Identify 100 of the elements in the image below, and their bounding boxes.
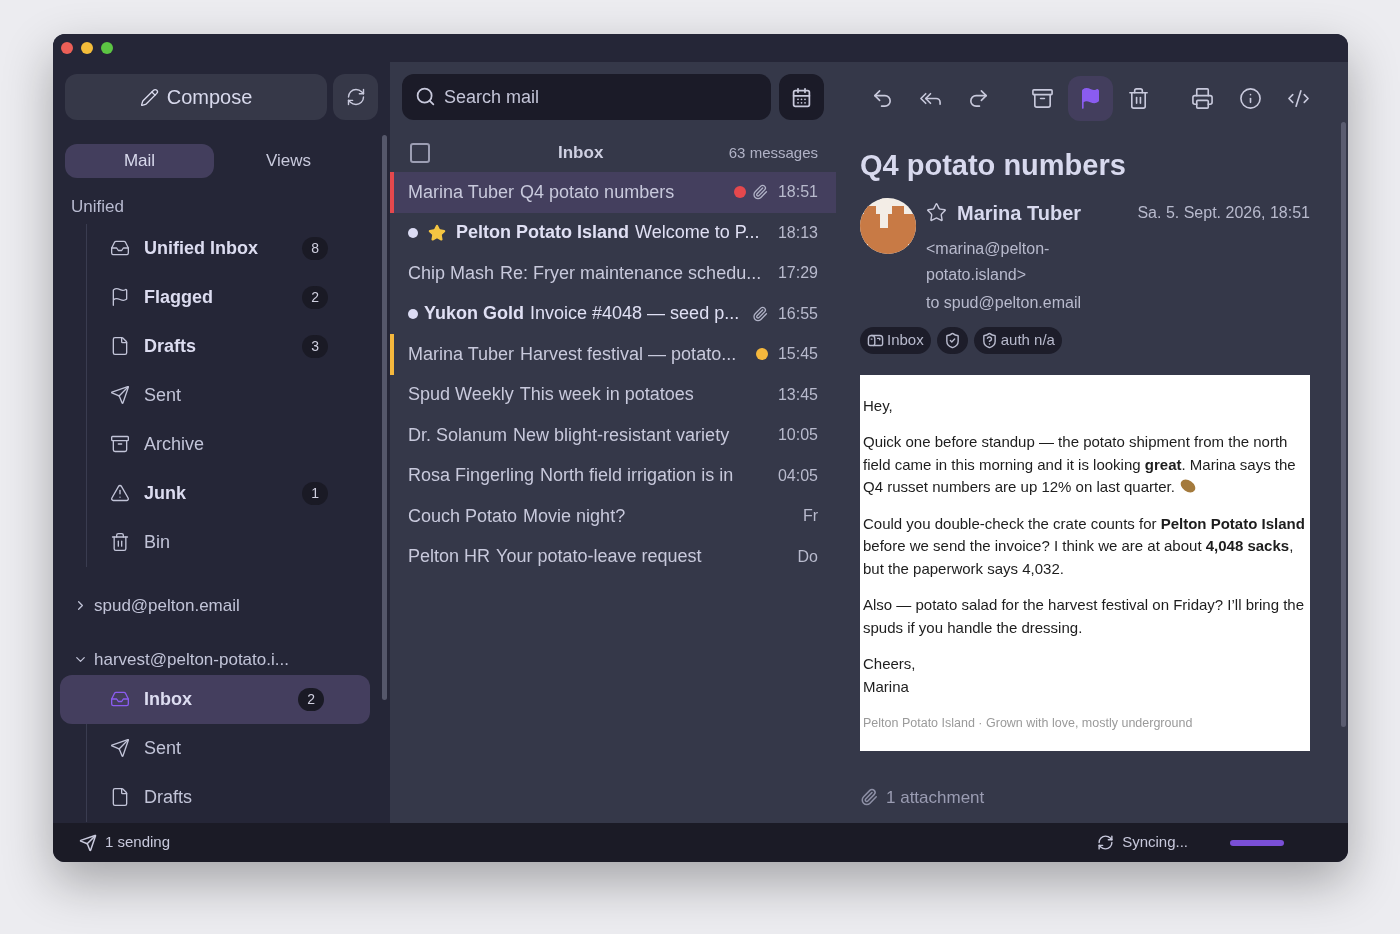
unread-count: 2 [298, 687, 324, 711]
account-item[interactable]: harvest@pelton-potato.i... [73, 644, 289, 675]
close-button[interactable] [61, 42, 73, 54]
sender-name: Marina Tuber [957, 200, 1082, 226]
folder-item[interactable]: Bin [60, 517, 374, 567]
message-sender: Couch Potato [408, 504, 518, 528]
shield-question-icon [980, 331, 998, 349]
message-sender: Rosa Fingerling [408, 464, 535, 488]
folder-item[interactable]: Junk 1 [60, 468, 374, 518]
message-time: 18:51 [777, 182, 818, 203]
message-row[interactable]: Marina Tuber Q4 potato numbers 18:51 [390, 172, 836, 213]
flag-icon [110, 287, 130, 307]
message-row[interactable]: Rosa Fingerling North field irrigation is in 04:05 [390, 455, 836, 496]
trash-icon [110, 532, 130, 552]
paperclip-icon [860, 788, 878, 807]
star-icon[interactable] [926, 202, 947, 223]
message-row[interactable]: Yukon Gold Invoice #4048 — seed p... 16:55 [390, 293, 836, 334]
message-row[interactable]: Pelton Potato Island Welcome to P... 18:13 [390, 212, 836, 253]
message-sender: Chip Mash [408, 261, 495, 285]
message-row[interactable]: Pelton HR Your potato-leave request Do [390, 536, 836, 577]
potato-icon [1178, 477, 1197, 495]
email-date: Sa. 5. Sept. 2026, 18:51 [1137, 202, 1310, 223]
paper-plane-icon [110, 738, 130, 758]
folder-label: Sent [144, 383, 182, 407]
folder-label: Bin [144, 530, 170, 554]
folder-item[interactable]: Unified Inbox 8 [60, 223, 374, 273]
message-subject: Q4 potato numbers [520, 180, 675, 204]
message-sender: Pelton Potato Island [456, 221, 629, 245]
message-row[interactable]: Spud Weekly This week in potatoes 13:45 [390, 374, 836, 415]
folder-item[interactable]: Sent [60, 370, 374, 420]
tag-chip: Inbox [860, 326, 931, 354]
paper-plane-icon [110, 385, 130, 405]
body-paragraph: Hey, [863, 395, 894, 416]
tag-chip: auth n/a [973, 326, 1062, 354]
body-line: Cheers, [863, 654, 916, 674]
sidebar-tab[interactable]: Views [214, 144, 363, 178]
message-subject: Invoice #4048 — seed p... [530, 302, 740, 326]
folder-label: Junk [144, 481, 186, 505]
message-count: 63 messages [728, 142, 818, 163]
list-title: Inbox [558, 142, 604, 165]
message-row[interactable]: Marina Tuber Harvest festival — potato... 15:45 [390, 334, 836, 375]
account-item[interactable]: spud@pelton.email [73, 590, 240, 621]
folder-item[interactable]: Drafts [60, 772, 370, 822]
message-row[interactable]: Dr. Solanum New blight-resistant variety 10:05 [390, 415, 836, 456]
body-paragraph: Quick one before standup — the potato shipment from the north field came in this morning and it is looking great. Marina says the Q4 russet numbers are up 12% on last quarter. [863, 432, 1297, 497]
scrollbar[interactable] [382, 135, 387, 700]
folder-item[interactable]: Flagged 2 [60, 272, 374, 322]
unread-count: 8 [302, 236, 328, 260]
folder-label: Drafts [144, 785, 192, 809]
info-icon [1239, 86, 1262, 110]
message-subject: North field irrigation is in [540, 464, 734, 488]
message-time: 17:29 [777, 263, 818, 284]
refresh-icon [345, 87, 366, 107]
sync-status: Syncing... [1122, 832, 1188, 853]
avatar-icon [860, 197, 916, 254]
calendar-button[interactable] [779, 74, 824, 120]
sending-status: 1 sending [105, 832, 171, 853]
message-subject: Movie night? [523, 504, 626, 528]
email-footer: Pelton Potato Island · Grown with love, mostly underground [863, 712, 1307, 735]
message-time: Do [797, 546, 818, 567]
folder-label: Unified Inbox [144, 236, 258, 260]
message-sender: Dr. Solanum [408, 423, 508, 447]
folder-item[interactable]: Drafts 3 [60, 321, 374, 371]
message-subject: Your potato-leave request [496, 545, 702, 569]
select-all-checkbox[interactable] [410, 143, 430, 163]
unread-count: 2 [302, 285, 328, 309]
section-heading: Unified [71, 196, 124, 218]
message-time: 04:05 [777, 465, 818, 486]
message-time: 13:45 [777, 384, 818, 405]
refresh-button[interactable] [333, 74, 378, 120]
message-subject: Harvest festival — potato... [520, 342, 737, 366]
sync-icon [1097, 834, 1115, 851]
scrollbar[interactable] [1341, 122, 1346, 727]
shield-check-icon [943, 331, 961, 349]
message-row[interactable]: Couch Potato Movie night? Fr [390, 496, 836, 537]
folder-item[interactable]: Sent [60, 723, 370, 773]
print-icon [1191, 86, 1214, 110]
maximize-button[interactable] [101, 42, 113, 54]
message-subject: Re: Fryer maintenance schedu... [500, 261, 762, 285]
document-icon [110, 787, 130, 807]
flag-icon [1079, 86, 1102, 110]
paper-plane-icon [79, 833, 97, 852]
unread-count: 3 [302, 334, 328, 358]
message-row[interactable]: Chip Mash Re: Fryer maintenance schedu... 17:29 [390, 253, 836, 294]
folder-label: Sent [144, 736, 182, 760]
message-subject: This week in potatoes [519, 383, 694, 407]
minimize-button[interactable] [81, 42, 93, 54]
sidebar-tab[interactable]: Mail [65, 144, 214, 178]
recipient: to spud@pelton.email [926, 292, 1082, 313]
search-field[interactable]: Search mail [402, 74, 771, 120]
inbox-icon [110, 689, 130, 709]
message-subject: New blight-resistant variety [513, 423, 730, 447]
message-time: 10:05 [777, 425, 818, 446]
attachment-count: 1 attachment [886, 786, 985, 809]
compose-button[interactable]: Compose [65, 74, 327, 120]
message-time: 16:55 [777, 303, 818, 324]
email-subject: Q4 potato numbers [860, 148, 1127, 183]
folder-item[interactable]: Archive [60, 419, 374, 469]
warning-icon [110, 483, 130, 503]
folder-item[interactable]: Inbox 2 [60, 674, 370, 724]
